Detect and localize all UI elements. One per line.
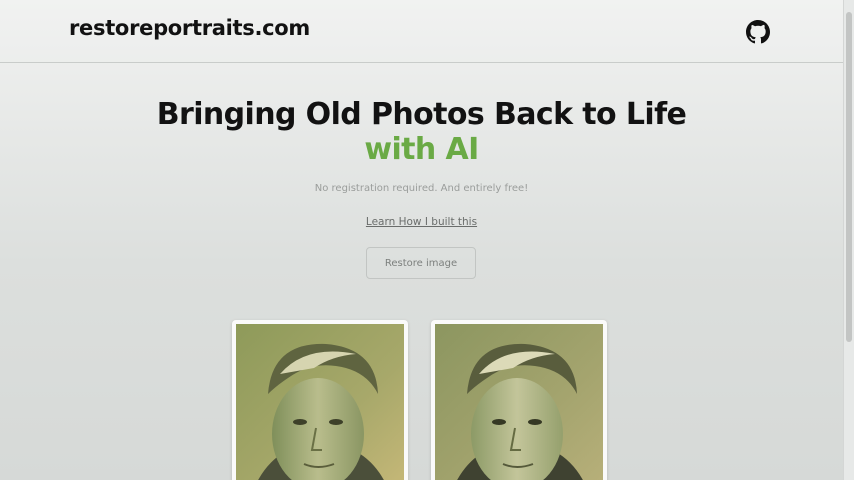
original-portrait (236, 324, 404, 480)
restored-portrait (435, 324, 603, 480)
hero-title: Bringing Old Photos Back to Life (156, 97, 687, 132)
scrollbar-thumb[interactable] (846, 12, 852, 342)
site-header: restoreportraits.com (0, 0, 843, 62)
page-scrollbar[interactable] (843, 0, 854, 480)
original-photo-card (232, 320, 408, 480)
header-divider (0, 62, 843, 63)
brand-logo-text[interactable]: restoreportraits.com (69, 16, 310, 40)
restore-image-button[interactable]: Restore image (366, 247, 476, 279)
hero-subtitle: No registration required. And entirely f… (314, 183, 529, 194)
hero-title-accent: with AI (364, 132, 479, 167)
learn-how-link[interactable]: Learn How I built this (0, 216, 843, 228)
restored-photo-card (431, 320, 607, 480)
github-icon[interactable] (746, 20, 770, 44)
